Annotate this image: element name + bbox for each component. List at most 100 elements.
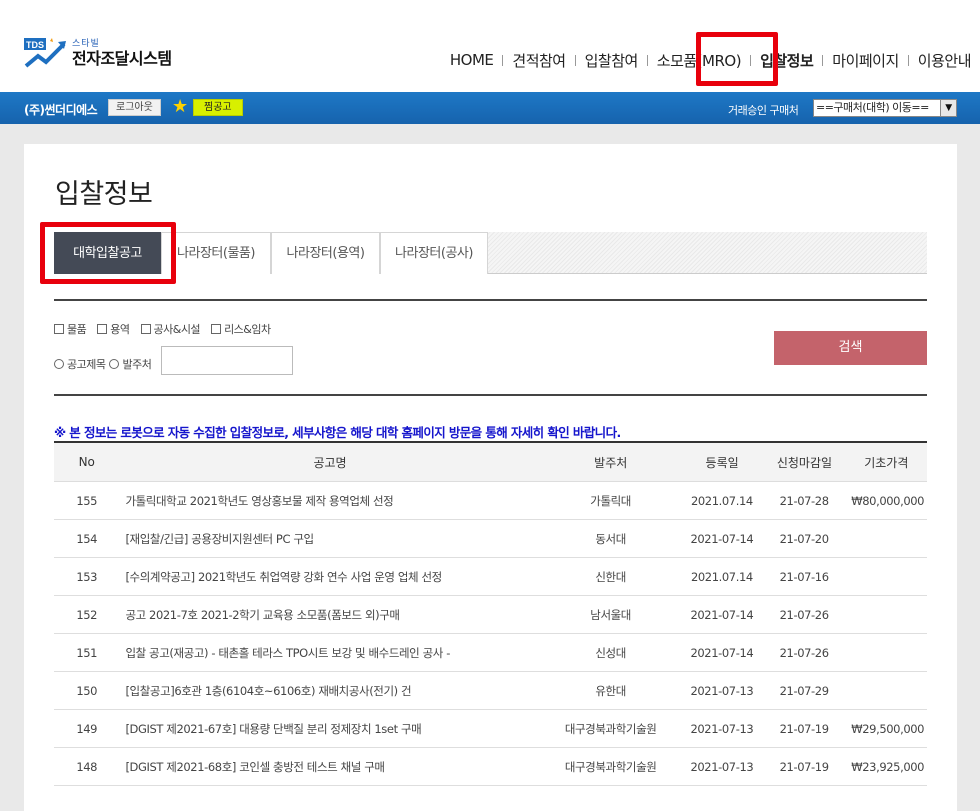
row-registered: 2021-07-14 [690, 607, 754, 622]
search-input[interactable] [161, 346, 293, 375]
checkbox[interactable] [211, 324, 222, 334]
category-lease-option[interactable]: 리스&임차 [211, 321, 271, 337]
category-goods-option[interactable]: 물품 [54, 321, 87, 337]
row-no: 150 [76, 683, 98, 698]
site-header: TDS 스타빌 전자조달시스템 HOME 견적참여 입찰참여 소모품(MRO) … [0, 0, 980, 92]
row-no: 155 [76, 493, 98, 508]
row-registered: 2021.07.14 [690, 493, 753, 508]
header-registered: 등록일 [705, 455, 739, 470]
buyer-label: 거래승인 구매처 [728, 104, 799, 117]
table-row[interactable]: 149 [DGIST 제2021-67호] 대용량 단백질 분리 정제장치 1s… [54, 710, 927, 748]
row-deadline: 21-07-20 [779, 531, 829, 546]
row-title-link[interactable]: [DGIST 제2021-68호] 코인셀 충방전 테스트 채널 구매 [119, 759, 540, 775]
row-title-link[interactable]: 가톨릭대학교 2021학년도 영상홍보물 제작 용역업체 선정 [119, 493, 540, 509]
row-title-link[interactable]: [재입찰/긴급] 공용장비지원센터 PC 구입 [119, 531, 540, 547]
row-org: 대구경북과학기술원 [564, 721, 657, 736]
row-title-link[interactable]: 입찰 공고(재공고) - 태촌홀 테라스 TPO시트 보강 및 배수드레인 공사… [119, 645, 540, 661]
logo-subtitle: 스타빌 [72, 38, 100, 49]
row-no: 154 [76, 531, 98, 546]
buyer-select[interactable]: ==구매처(대학) 이동== ▼ [813, 99, 957, 117]
row-no: 151 [76, 645, 98, 660]
tab-naramarket-goods[interactable]: 나라장터(물품) [161, 232, 271, 274]
table-header: No 공고명 발주처 등록일 신청마감일 기초가격 [54, 443, 927, 482]
row-org: 가톨릭대 [590, 493, 631, 508]
nav-home[interactable]: HOME [441, 51, 503, 69]
highlight-box-tab [40, 222, 176, 284]
divider [54, 299, 927, 301]
nav-quote[interactable]: 견적참여 [503, 50, 574, 71]
row-registered: 2021-07-14 [690, 645, 754, 660]
radio[interactable] [109, 359, 120, 369]
search-by-title-option[interactable]: 공고제목 [54, 356, 106, 372]
row-org: 신한대 [595, 569, 626, 584]
company-name: (주)썬더디에스 [24, 103, 98, 117]
row-deadline: 21-07-28 [779, 493, 829, 508]
row-no: 148 [76, 759, 98, 774]
checkbox[interactable] [140, 324, 151, 334]
row-org: 동서대 [595, 531, 626, 546]
chevron-down-icon[interactable]: ▼ [940, 100, 956, 116]
table-row[interactable]: 150 [입찰공고]6호관 1층(6104호~6106호) 재배치공사(전기) … [54, 672, 927, 710]
search-by-org-option[interactable]: 발주처 [109, 356, 152, 372]
row-title-link[interactable]: 공고 2021-7호 2021-2학기 교육용 소모품(폼보드 외)구매 [119, 607, 540, 623]
bid-table: No 공고명 발주처 등록일 신청마감일 기초가격 155 가톨릭대학교 202… [54, 441, 927, 786]
site-logo[interactable]: TDS 스타빌 전자조달시스템 [24, 38, 172, 68]
row-deadline: 21-07-29 [779, 683, 829, 698]
logout-button[interactable]: 로그아웃 [108, 99, 161, 116]
search-button[interactable]: 검색 [774, 331, 927, 365]
highlight-box-nav [696, 32, 778, 86]
notice-text: ※ 본 정보는 로봇으로 자동 수집한 입찰정보로, 세부사항은 해당 대학 홈… [54, 425, 621, 440]
star-icon: ★ [172, 96, 189, 117]
header-no: No [78, 455, 95, 469]
logo-title: 전자조달시스템 [72, 48, 172, 68]
checkbox[interactable] [97, 324, 108, 334]
radio[interactable] [54, 359, 64, 369]
nav-bid[interactable]: 입찰참여 [576, 50, 647, 71]
row-deadline: 21-07-26 [779, 607, 829, 622]
row-registered: 2021-07-13 [690, 721, 754, 736]
category-construction-option[interactable]: 공사&시설 [140, 321, 201, 337]
buyer-select-value: ==구매처(대학) 이동== [816, 101, 929, 114]
row-price: ₩29,500,000 [851, 721, 925, 736]
row-no: 149 [76, 721, 98, 736]
row-org: 유한대 [595, 683, 626, 698]
header-org: 발주처 [594, 455, 628, 470]
table-row[interactable]: 154 [재입찰/긴급] 공용장비지원센터 PC 구입 동서대 2021-07-… [54, 520, 927, 558]
row-deadline: 21-07-26 [779, 645, 829, 660]
tab-naramarket-construction[interactable]: 나라장터(공사) [380, 232, 488, 274]
row-deadline: 21-07-19 [779, 759, 829, 774]
row-title-link[interactable]: [입찰공고]6호관 1층(6104호~6106호) 재배치공사(전기) 건 [119, 683, 540, 699]
category-service-option[interactable]: 용역 [97, 321, 130, 337]
header-title: 공고명 [313, 455, 347, 470]
header-price: 기초가격 [864, 455, 909, 470]
row-title-link[interactable]: [DGIST 제2021-67호] 대용량 단백질 분리 정제장치 1set 구… [119, 721, 540, 737]
svg-text:TDS: TDS [26, 40, 44, 50]
row-registered: 2021-07-13 [690, 683, 754, 698]
table-row[interactable]: 155 가톨릭대학교 2021학년도 영상홍보물 제작 용역업체 선정 가톨릭대… [54, 482, 927, 520]
row-registered: 2021.07.14 [690, 569, 753, 584]
user-bar: (주)썬더디에스 로그아웃 ★ 찜공고 거래승인 구매처 ==구매처(대학) 이… [0, 92, 980, 124]
table-row[interactable]: 153 [수의계약공고] 2021학년도 취업역량 강화 연수 사업 운영 업체… [54, 558, 927, 596]
row-title-link[interactable]: [수의계약공고] 2021학년도 취업역량 강화 연수 사업 운영 업체 선정 [119, 569, 540, 585]
tab-naramarket-service[interactable]: 나라장터(용역) [271, 232, 380, 274]
header-deadline: 신청마감일 [776, 455, 833, 470]
row-registered: 2021-07-14 [690, 531, 754, 546]
table-row[interactable]: 151 입찰 공고(재공고) - 태촌홀 테라스 TPO시트 보강 및 배수드레… [54, 634, 927, 672]
row-price: ₩23,925,000 [851, 759, 925, 774]
row-no: 153 [76, 569, 98, 584]
row-org: 신성대 [595, 645, 626, 660]
nav-guide[interactable]: 이용안내 [909, 50, 980, 71]
row-org: 대구경북과학기술원 [564, 759, 657, 774]
nav-mypage[interactable]: 마이페이지 [823, 50, 908, 71]
row-no: 152 [76, 607, 98, 622]
row-price: ₩80,000,000 [851, 493, 925, 508]
row-registered: 2021-07-13 [690, 759, 754, 774]
row-org: 남서울대 [590, 607, 631, 622]
checkbox[interactable] [54, 324, 64, 334]
favorite-notices-button[interactable]: 찜공고 [193, 99, 243, 116]
tds-logo-icon: TDS [24, 38, 66, 68]
table-row[interactable]: 152 공고 2021-7호 2021-2학기 교육용 소모품(폼보드 외)구매… [54, 596, 927, 634]
table-row[interactable]: 148 [DGIST 제2021-68호] 코인셀 충방전 테스트 채널 구매 … [54, 748, 927, 786]
page-title: 입찰정보 [55, 179, 153, 210]
row-deadline: 21-07-19 [779, 721, 829, 736]
